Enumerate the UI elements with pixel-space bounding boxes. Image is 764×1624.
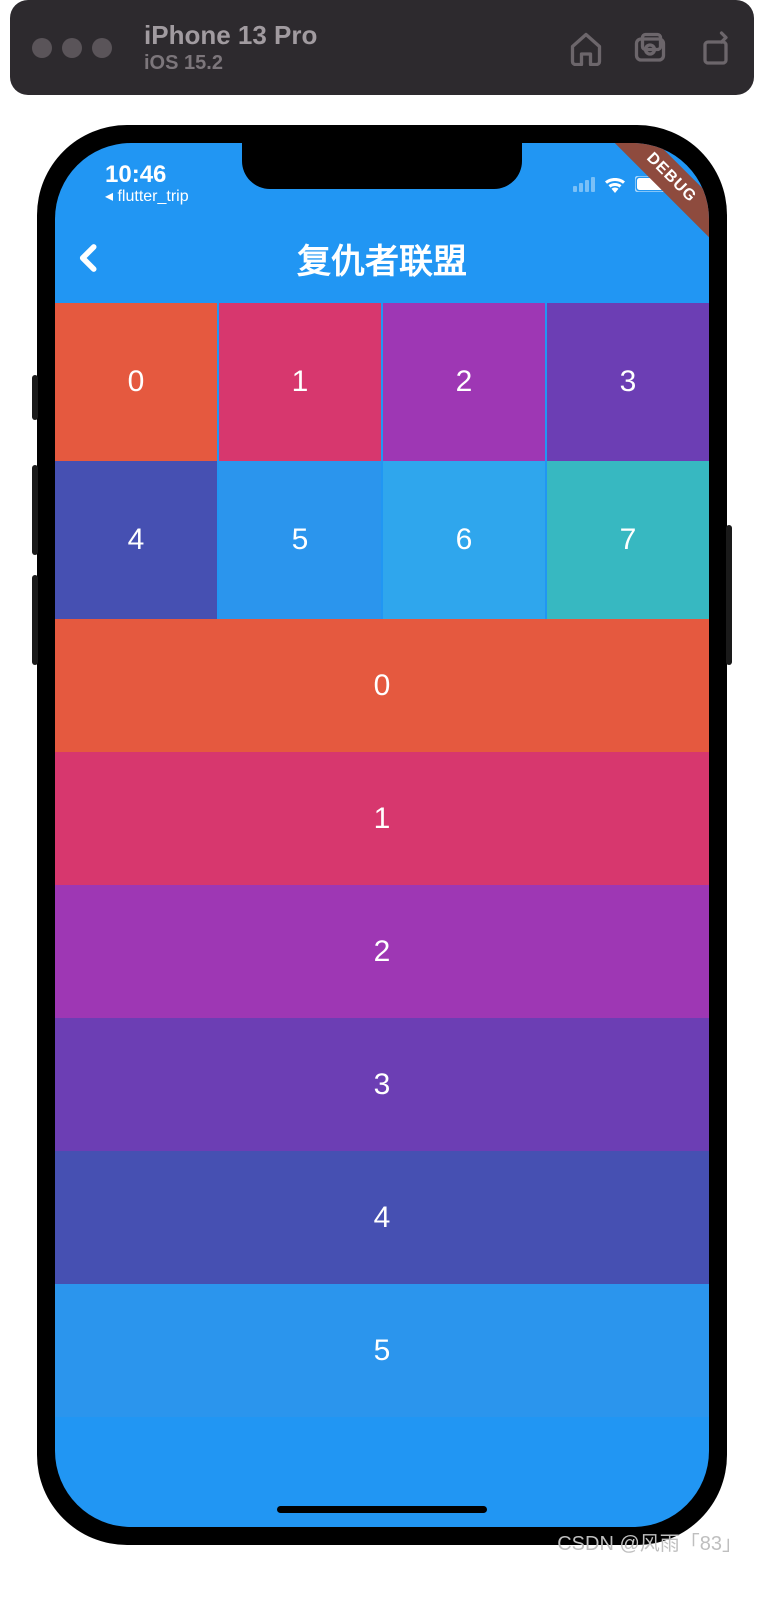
- simulator-device-info: iPhone 13 Pro iOS 15.2: [144, 20, 317, 75]
- simulator-os-version: iOS 15.2: [144, 51, 317, 75]
- cellular-icon: [573, 177, 595, 192]
- silent-switch[interactable]: [32, 375, 38, 420]
- list-item[interactable]: 0: [55, 619, 709, 752]
- list-item[interactable]: 4: [55, 1151, 709, 1284]
- simulator-actions: [568, 30, 732, 66]
- back-button[interactable]: [67, 236, 111, 280]
- rotate-icon[interactable]: [696, 30, 732, 66]
- status-time: 10:46: [105, 162, 189, 188]
- simulator-device-name: iPhone 13 Pro: [144, 20, 317, 51]
- device-screen: DEBUG 10:46 ◂ flutter_trip 复仇者联盟 0: [55, 143, 709, 1527]
- status-left: 10:46 ◂ flutter_trip: [105, 162, 189, 206]
- app-bar: 复仇者联盟: [55, 213, 709, 303]
- grid-cell[interactable]: 7: [547, 461, 709, 619]
- grid-cell[interactable]: 3: [547, 303, 709, 461]
- minimize-window-icon[interactable]: [62, 38, 82, 58]
- grid-cell[interactable]: 0: [55, 303, 217, 461]
- power-button[interactable]: [726, 525, 732, 665]
- notch: [242, 143, 522, 189]
- grid-row: 4 5 6 7: [55, 461, 709, 619]
- home-indicator[interactable]: [277, 1506, 487, 1513]
- list-item[interactable]: 1: [55, 752, 709, 885]
- volume-down-button[interactable]: [32, 575, 38, 665]
- list-item[interactable]: 5: [55, 1284, 709, 1417]
- grid-cell[interactable]: 5: [219, 461, 381, 619]
- phone-frame: DEBUG 10:46 ◂ flutter_trip 复仇者联盟 0: [37, 125, 727, 1545]
- screenshot-icon[interactable]: [632, 30, 668, 66]
- simulator-titlebar: iPhone 13 Pro iOS 15.2: [10, 0, 754, 95]
- maximize-window-icon[interactable]: [92, 38, 112, 58]
- home-icon[interactable]: [568, 30, 604, 66]
- grid-cell[interactable]: 6: [383, 461, 545, 619]
- list-item[interactable]: 3: [55, 1018, 709, 1151]
- page-title: 复仇者联盟: [297, 234, 467, 283]
- traffic-lights: [32, 38, 112, 58]
- watermark: CSDN @风雨「83」: [557, 1527, 742, 1556]
- content-scroll[interactable]: 0 1 2 3 4 5 6 7 0 1 2 3 4 5: [55, 303, 709, 1417]
- status-back-to-app[interactable]: ◂ flutter_trip: [105, 188, 189, 206]
- list-item[interactable]: 2: [55, 885, 709, 1018]
- chevron-left-icon: [70, 239, 108, 277]
- grid-row: 0 1 2 3: [55, 303, 709, 461]
- volume-up-button[interactable]: [32, 465, 38, 555]
- grid-cell[interactable]: 4: [55, 461, 217, 619]
- close-window-icon[interactable]: [32, 38, 52, 58]
- wifi-icon: [603, 175, 627, 193]
- grid-cell[interactable]: 2: [383, 303, 545, 461]
- grid-cell[interactable]: 1: [219, 303, 381, 461]
